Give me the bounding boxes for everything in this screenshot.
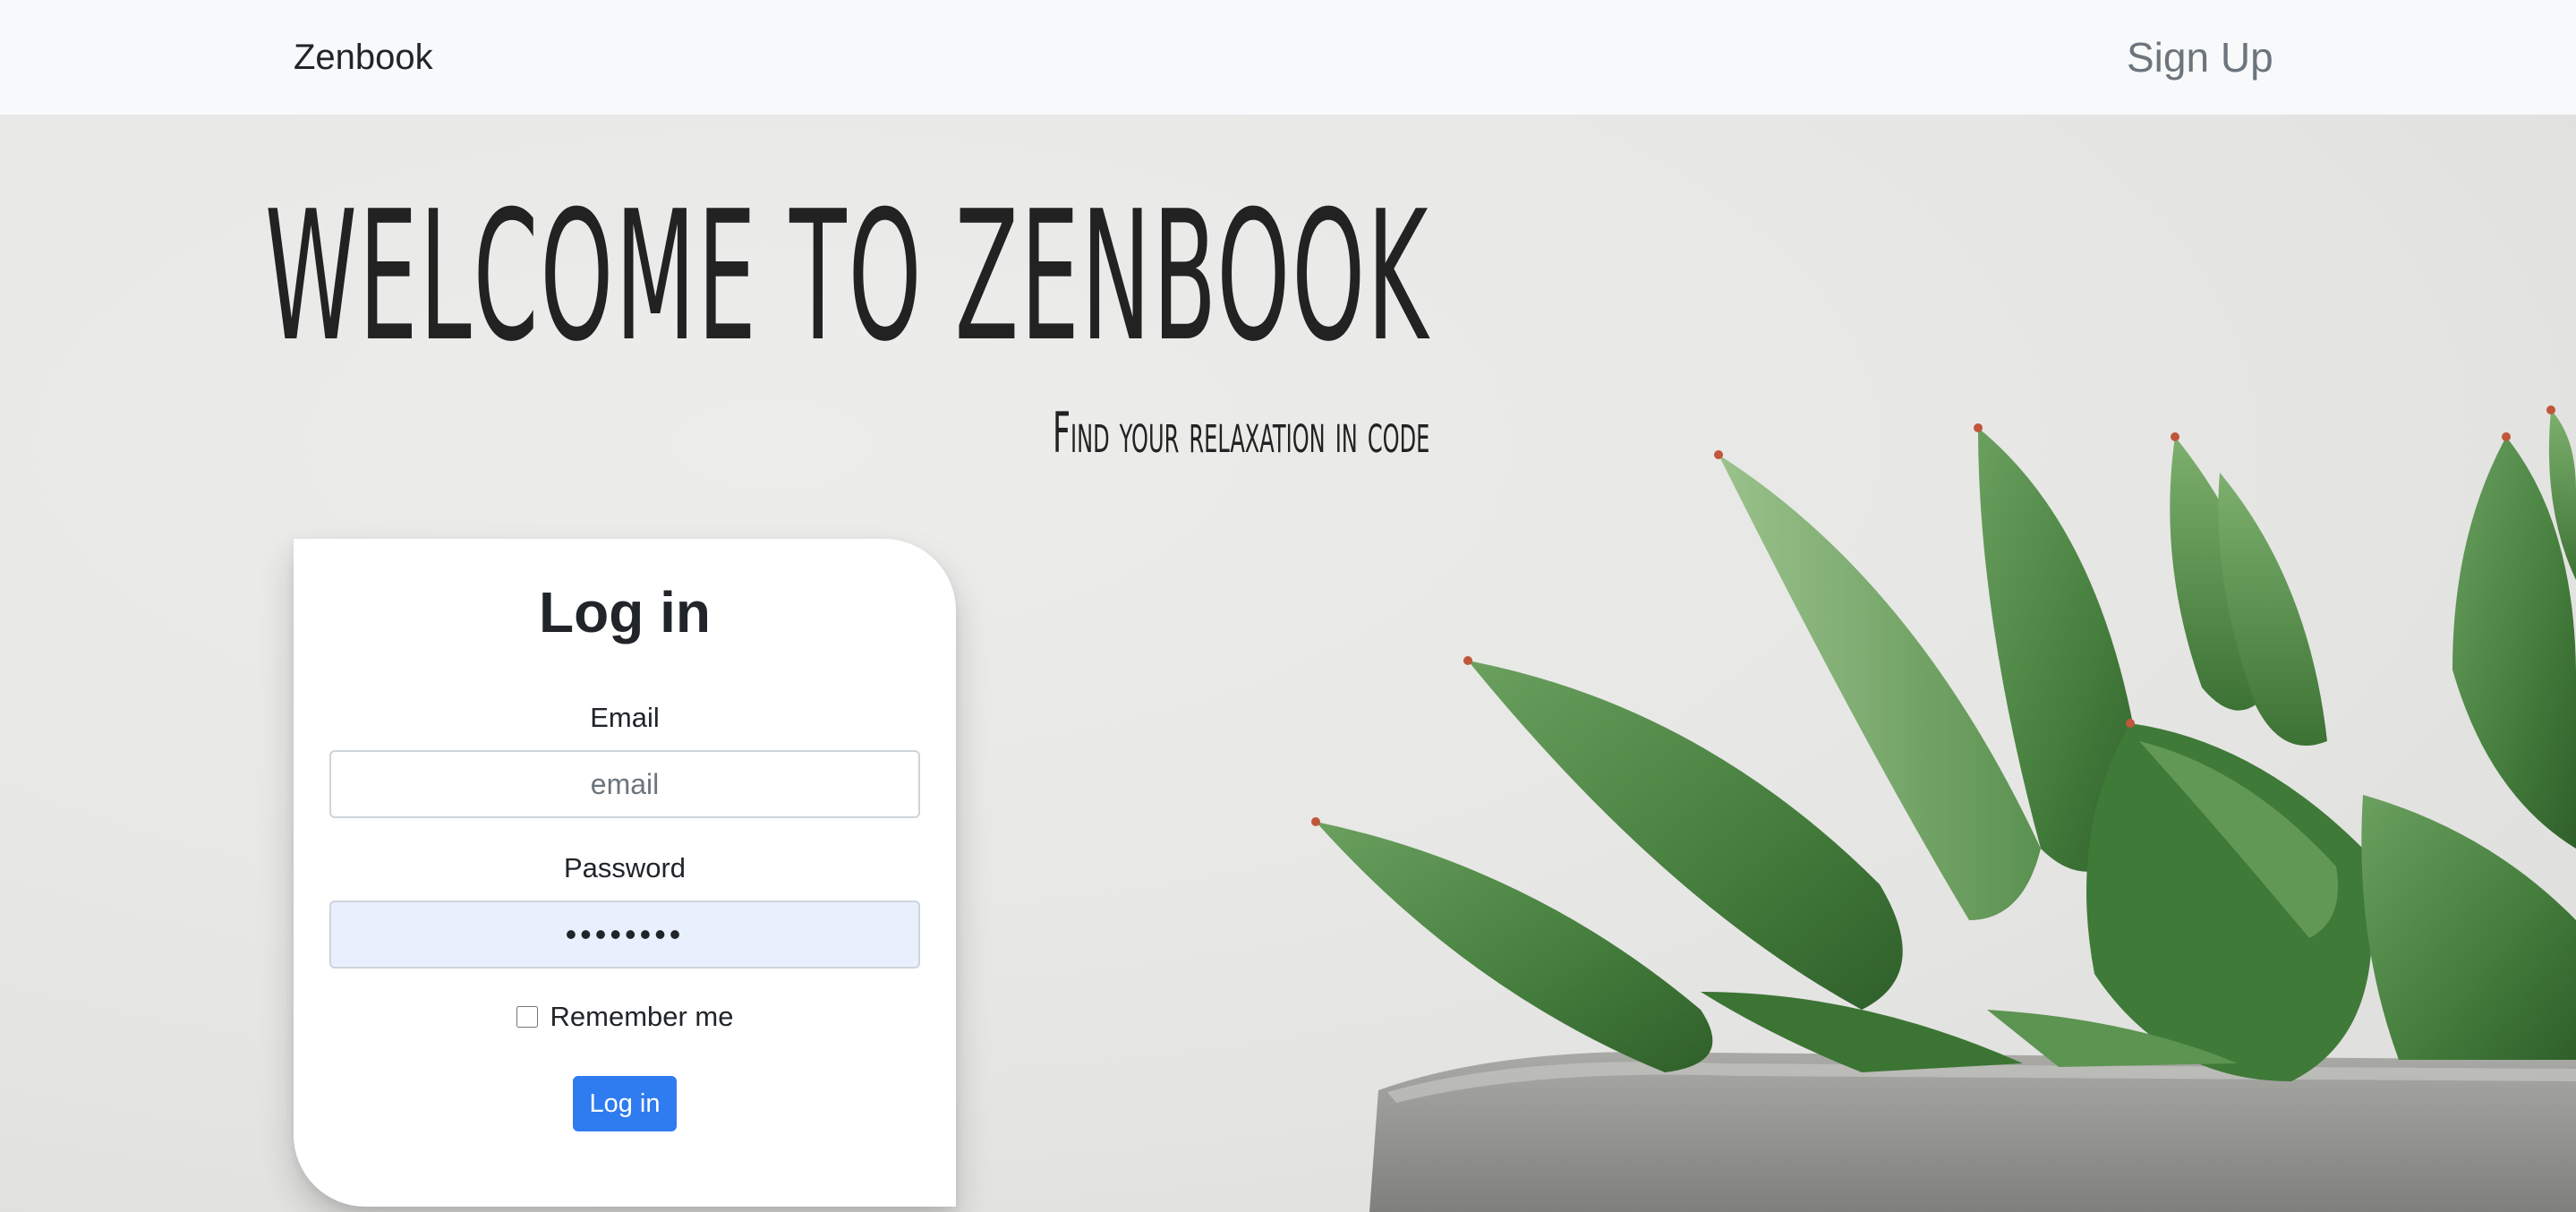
email-input[interactable]: [329, 750, 920, 818]
sign-up-link[interactable]: Sign Up: [2127, 30, 2273, 84]
password-input[interactable]: ••••••••: [329, 900, 920, 969]
email-label: Email: [590, 702, 660, 733]
brand-link[interactable]: Zenbook: [294, 32, 433, 82]
login-submit-button[interactable]: Log in: [573, 1076, 677, 1131]
remember-me-checkbox[interactable]: [516, 1006, 538, 1028]
succulent-plant-image: [1311, 405, 2576, 1212]
password-label: Password: [563, 852, 687, 883]
hero-subtitle: Find your relaxation in code: [1053, 400, 1430, 465]
hero-title: Welcome to Zenbook: [265, 173, 1430, 381]
remember-me-row: Remember me: [294, 999, 956, 1035]
login-card: Log in Email Password •••••••• Remember …: [294, 539, 956, 1207]
login-title: Log in: [539, 580, 711, 644]
remember-me-label[interactable]: Remember me: [550, 999, 734, 1035]
top-navbar: Zenbook Sign Up: [0, 0, 2576, 115]
